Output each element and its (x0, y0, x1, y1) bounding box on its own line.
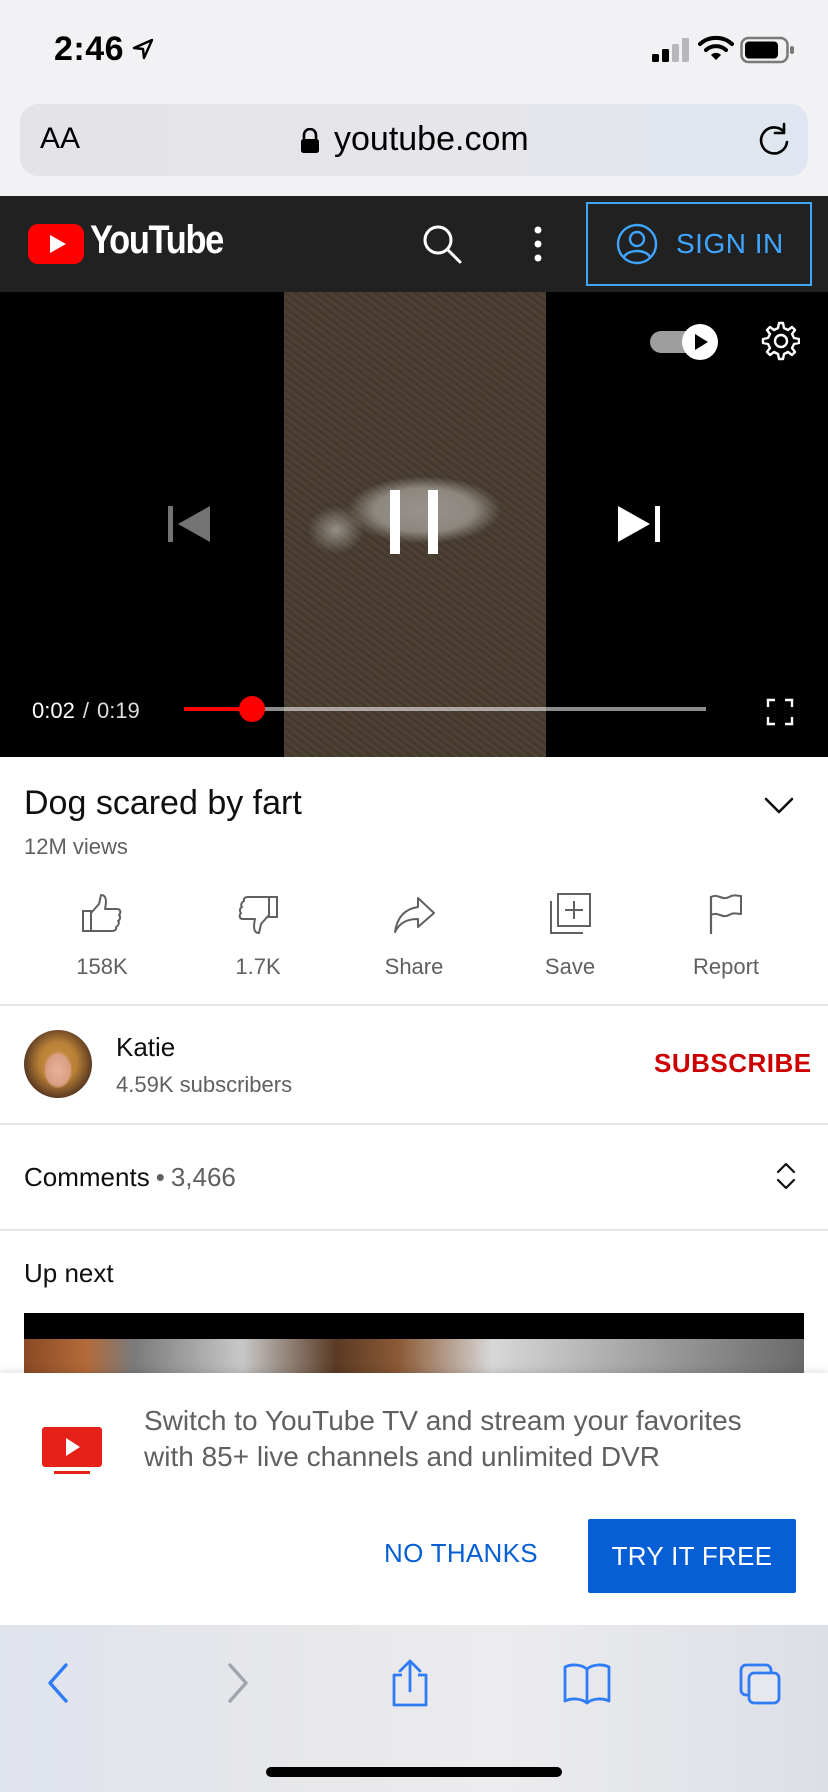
thumbs-down-icon (238, 896, 278, 934)
divider (0, 1123, 828, 1125)
progress-bar[interactable] (184, 696, 706, 722)
subscribe-button[interactable]: SUBSCRIBE (654, 1048, 812, 1079)
player-time: 0:02 / 0:19 (32, 698, 140, 724)
bookmarks-icon[interactable] (562, 1659, 612, 1707)
wifi-icon (698, 35, 734, 60)
time-separator: / (82, 698, 89, 723)
share-sheet-icon[interactable] (388, 1659, 432, 1707)
no-thanks-button[interactable]: NO THANKS (384, 1538, 538, 1569)
promo-text: Switch to YouTube TV and stream your fav… (144, 1405, 742, 1472)
cellular-signal-icon (652, 38, 689, 62)
address-bar[interactable]: AA youtube.com (20, 104, 808, 176)
back-icon[interactable] (38, 1659, 82, 1707)
view-count: 12M views (24, 834, 128, 859)
previous-video-icon[interactable] (166, 504, 212, 544)
up-next-heading: Up next (24, 1258, 114, 1288)
status-time: 2:46 (54, 30, 125, 68)
video-player[interactable]: 0:02 / 0:19 (0, 292, 828, 757)
youtube-tv-icon (42, 1427, 102, 1474)
thumbnail-image (24, 1339, 804, 1373)
divider (0, 1229, 828, 1231)
lock-icon (301, 128, 319, 153)
flag-icon (709, 894, 742, 934)
sign-in-button[interactable]: SIGN IN (586, 202, 812, 286)
pause-icon[interactable] (388, 488, 440, 556)
sign-in-label: SIGN IN (676, 228, 784, 259)
dislike-count: 1.7K (235, 954, 281, 979)
video-title: Dog scared by fart (24, 784, 302, 822)
url-text[interactable]: youtube.com (334, 120, 529, 159)
search-icon[interactable] (420, 222, 464, 266)
tabs-icon[interactable] (738, 1659, 782, 1707)
settings-gear-icon[interactable] (758, 320, 800, 362)
current-time: 0:02 (32, 698, 75, 723)
action-bar: 158K 1.7K Share Save Report (0, 880, 828, 1004)
reload-icon[interactable] (756, 122, 792, 158)
share-icon (394, 897, 435, 933)
like-count: 158K (76, 954, 128, 979)
chevron-down-icon[interactable] (762, 792, 796, 818)
fullscreen-icon[interactable] (766, 698, 794, 726)
browser-toolbar (0, 1625, 828, 1792)
save-playlist-icon (550, 893, 591, 934)
save-label: Save (544, 954, 596, 979)
share-button[interactable]: Share (336, 880, 492, 980)
youtube-logo-icon[interactable] (28, 224, 84, 264)
channel-name[interactable]: Katie (116, 1032, 175, 1063)
home-indicator (266, 1767, 562, 1777)
battery-icon (740, 36, 794, 64)
youtube-logo-text[interactable]: YouTube (90, 218, 224, 263)
scrubber-handle[interactable] (238, 696, 265, 722)
text-size-button[interactable]: AA (40, 122, 80, 156)
video-duration: 0:19 (96, 698, 140, 723)
location-arrow-icon (132, 38, 154, 60)
expand-collapse-icon[interactable] (774, 1160, 798, 1192)
youtube-header: YouTube SIGN IN (0, 196, 828, 292)
report-button[interactable]: Report (648, 880, 804, 980)
account-icon (616, 223, 658, 265)
more-options-icon[interactable] (524, 224, 552, 264)
next-video-icon[interactable] (616, 504, 662, 544)
save-button[interactable]: Save (492, 880, 648, 980)
share-label: Share (384, 954, 444, 979)
comments-label: Comments (24, 1162, 150, 1192)
youtube-tv-promo: Switch to YouTube TV and stream your fav… (0, 1373, 828, 1625)
forward-icon[interactable] (214, 1659, 258, 1707)
dislike-button[interactable]: 1.7K (180, 880, 336, 980)
try-it-free-button[interactable]: TRY IT FREE (588, 1519, 796, 1593)
comments-separator: • (155, 1162, 165, 1192)
comments-header[interactable]: Comments • 3,466 (24, 1162, 236, 1193)
channel-avatar[interactable] (24, 1030, 92, 1098)
up-next-thumbnail[interactable] (24, 1313, 804, 1373)
report-label: Report (692, 954, 760, 979)
divider (0, 1004, 828, 1006)
autoplay-toggle[interactable] (650, 322, 722, 362)
status-bar: 2:46 (0, 0, 828, 98)
thumbs-up-icon (82, 894, 122, 932)
subscriber-count: 4.59K subscribers (116, 1072, 293, 1097)
browser-address-area: AA youtube.com (0, 98, 828, 196)
like-button[interactable]: 158K (24, 880, 180, 980)
comments-count: 3,466 (170, 1162, 236, 1192)
